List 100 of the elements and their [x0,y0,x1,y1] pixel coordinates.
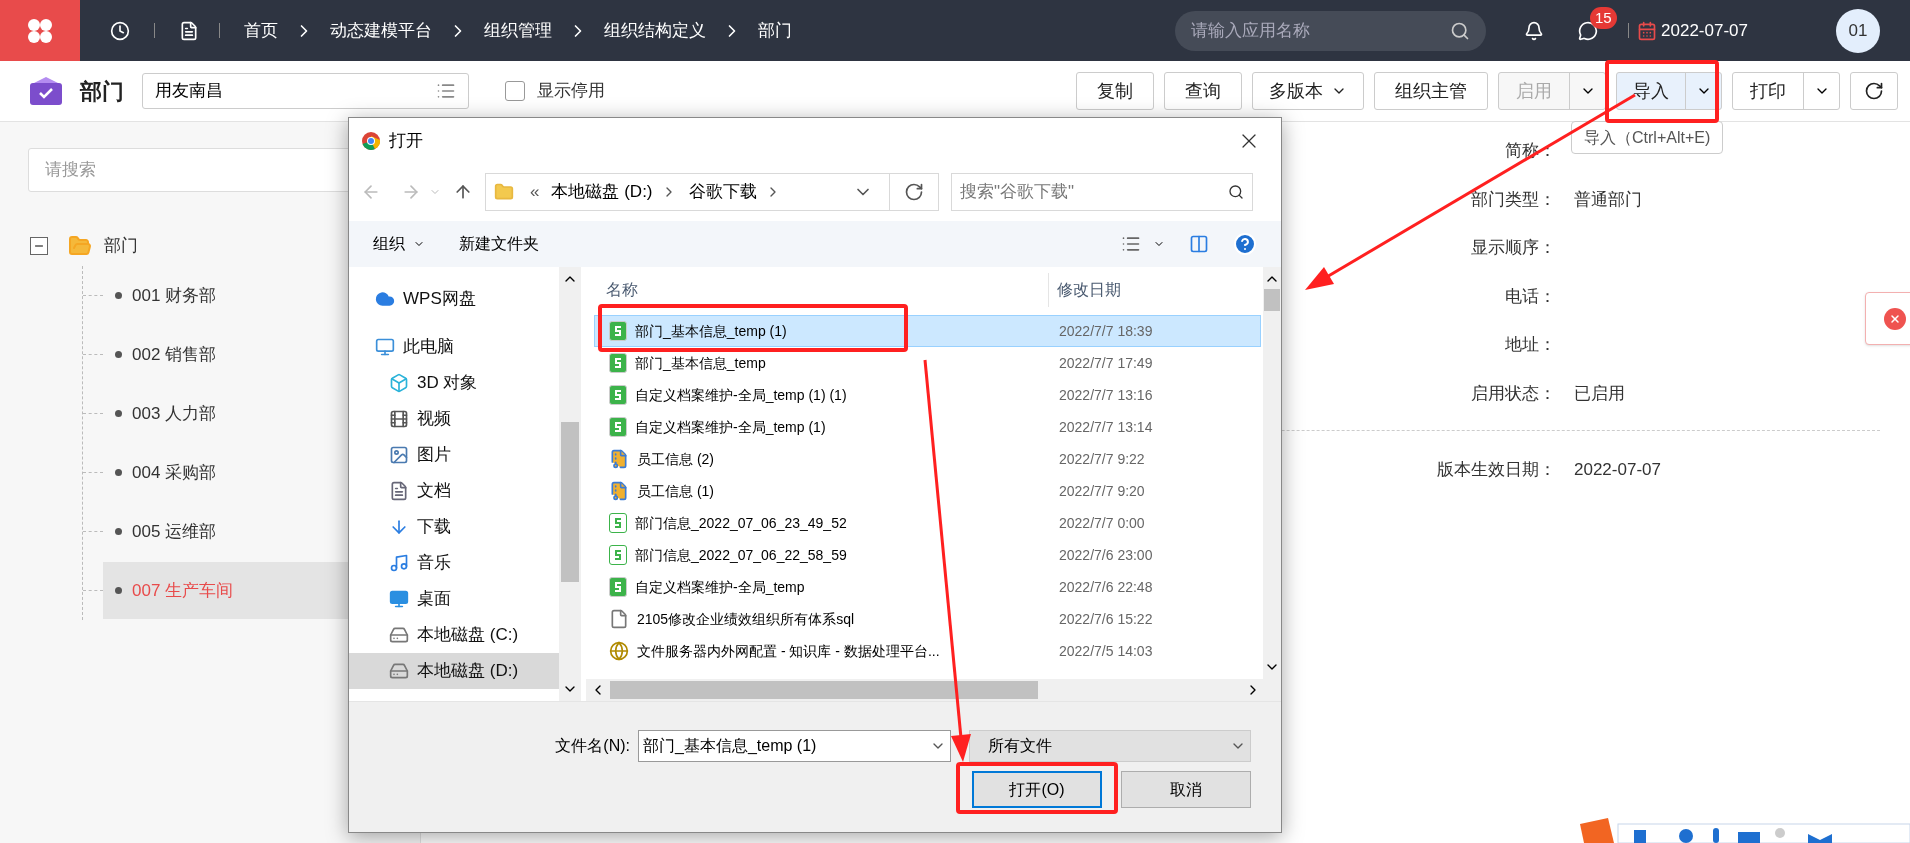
field-label: 部门类型： [1471,188,1556,211]
path-segment[interactable]: 谷歌下载 [688,179,757,205]
toolbar-button[interactable]: 复制 [1076,72,1154,110]
bell-icon[interactable] [1524,20,1545,41]
file-row[interactable]: 自定义档案维护-全局_temp 2022/7/6 22:48 [594,571,1261,603]
nav-item[interactable]: 视频 [349,401,559,437]
folder-icon [68,234,92,258]
nav-item[interactable]: WPS网盘 [349,281,559,317]
field-value: 普通部门 [1574,189,1642,209]
address-bar[interactable]: « 本地磁盘 (D:) 谷歌下载 [485,173,939,211]
scrollbar[interactable] [586,679,1281,701]
nav-item[interactable]: 本地磁盘 (C:) [349,617,559,653]
breadcrumb-link[interactable]: 动态建模平台 [330,17,432,44]
collapse-toggle[interactable] [30,237,48,255]
breadcrumb-link[interactable]: 首页 [244,17,278,44]
spreadsheet-icon [609,353,627,373]
breadcrumb-link[interactable]: 组织管理 [484,17,552,44]
toolbar-button[interactable]: 查询 [1164,72,1242,110]
nav-item[interactable]: 3D 对象 [349,365,559,401]
app-search-field[interactable]: 请输入应用名称 [1175,10,1487,51]
view-options-icon[interactable] [1121,234,1141,254]
scroll-thumb[interactable] [610,681,1038,699]
film-icon [389,409,409,429]
checkbox-label: 显示停用 [537,80,605,103]
field-label: 电话： [1505,285,1556,308]
folder-search-field[interactable]: 搜索"谷歌下载" [951,173,1253,211]
file-row[interactable]: 2105修改企业绩效组织所有体系sql 2022/7/6 15:22 [594,603,1261,635]
nav-item[interactable]: 文档 [349,473,559,509]
document-icon [389,481,409,501]
clock-icon[interactable] [110,20,130,41]
overflow-marker: « [530,181,540,204]
calendar-icon [1637,20,1658,41]
column-header[interactable]: 修改日期 [1049,273,1121,307]
command-button[interactable]: 组织 [373,232,425,256]
drive-icon [389,625,409,645]
help-icon[interactable] [1233,232,1257,256]
file-row[interactable]: 员工信息 (1) 2022/7/7 9:20 [594,475,1261,507]
split-button[interactable]: 打印 [1732,72,1840,110]
file-row[interactable]: 部门_基本信息_temp (1) 2022/7/7 18:39 [594,315,1261,347]
nav-item[interactable]: 本地磁盘 (D:) [349,653,559,689]
organization-select[interactable]: 用友南昌 [142,73,469,109]
document-icon[interactable] [179,20,199,41]
file-row[interactable]: 自定义档案维护-全局_temp (1) (1) 2022/7/7 13:16 [594,379,1261,411]
tooltip: 导入（Ctrl+Alt+E) [1571,121,1724,154]
field-label: 启用状态： [1471,382,1556,405]
nav-item[interactable]: 下载 [349,509,559,545]
breadcrumb-link[interactable]: 部门 [758,17,792,44]
field-label: 版本生效日期： [1437,459,1556,481]
checkbox[interactable] [505,81,525,101]
department-icon [28,75,64,107]
file-row[interactable]: 文件服务器内外网配置 - 知识库 - 数据处理平台... 2022/7/5 14:03 [594,635,1261,667]
drive-icon [389,661,409,681]
preview-pane-icon[interactable] [1189,234,1209,254]
divider [219,23,220,38]
logo-icon[interactable] [0,0,80,61]
close-icon [1889,312,1901,325]
search-icon [1228,184,1244,200]
spreadsheet-icon [609,513,627,533]
scrollbar[interactable] [1263,267,1281,679]
list-icon [436,81,456,101]
refresh-button[interactable] [1850,72,1898,110]
nav-item[interactable]: 图片 [349,437,559,473]
breadcrumb-link[interactable]: 组织结构定义 [604,17,706,44]
refresh-icon [904,182,924,202]
field-label: 显示顺序： [1471,237,1556,259]
path-segment[interactable]: 本地磁盘 (D:) [551,179,653,205]
file-row[interactable]: 部门信息_2022_07_06_22_58_59 2022/7/6 23:00 [594,539,1261,571]
file-row[interactable]: 自定义档案维护-全局_temp (1) 2022/7/7 13:14 [594,411,1261,443]
computer-icon [375,337,395,357]
scroll-thumb[interactable] [561,422,579,582]
field-label: 文件名(N): [555,736,630,756]
archive-icon [609,449,629,469]
filename-field[interactable]: 部门_基本信息_temp (1) [638,730,951,762]
field-value: 2022-07-07 [1573,459,1662,481]
tree-label[interactable]: 部门 [104,233,138,259]
browser-logo-icon [361,130,381,151]
user-avatar[interactable]: 01 [1836,8,1880,53]
refresh-icon [1864,81,1884,101]
file-row[interactable]: 员工信息 (2) 2022/7/7 9:22 [594,443,1261,475]
toolbar-button[interactable]: 组织主管 [1374,72,1488,110]
dialog-button[interactable]: 打开(O) [972,771,1102,808]
message-count-badge: 15 [1590,6,1617,29]
scrollbar[interactable] [559,267,581,701]
spreadsheet-icon [609,577,627,597]
archive-icon [609,481,629,501]
spreadsheet-icon [609,417,627,437]
nav-item[interactable]: 此电脑 [349,329,559,365]
toolbar-button[interactable]: 多版本 [1252,72,1364,110]
split-button[interactable]: 导入 [1616,72,1722,110]
scroll-thumb[interactable] [1264,289,1280,311]
spreadsheet-icon [609,385,627,405]
spreadsheet-icon [609,321,627,341]
file-row[interactable]: 部门信息_2022_07_06_23_49_52 2022/7/7 0:00 [594,507,1261,539]
dialog-button[interactable]: 取消 [1121,771,1251,808]
column-header[interactable]: 名称 [594,273,1049,307]
file-row[interactable]: 部门_基本信息_temp 2022/7/7 17:49 [594,347,1261,379]
web-file-icon [609,641,629,661]
picture-icon [389,445,409,465]
command-button[interactable]: 新建文件夹 [459,232,539,256]
file-type-select[interactable]: 所有文件 [969,730,1251,762]
